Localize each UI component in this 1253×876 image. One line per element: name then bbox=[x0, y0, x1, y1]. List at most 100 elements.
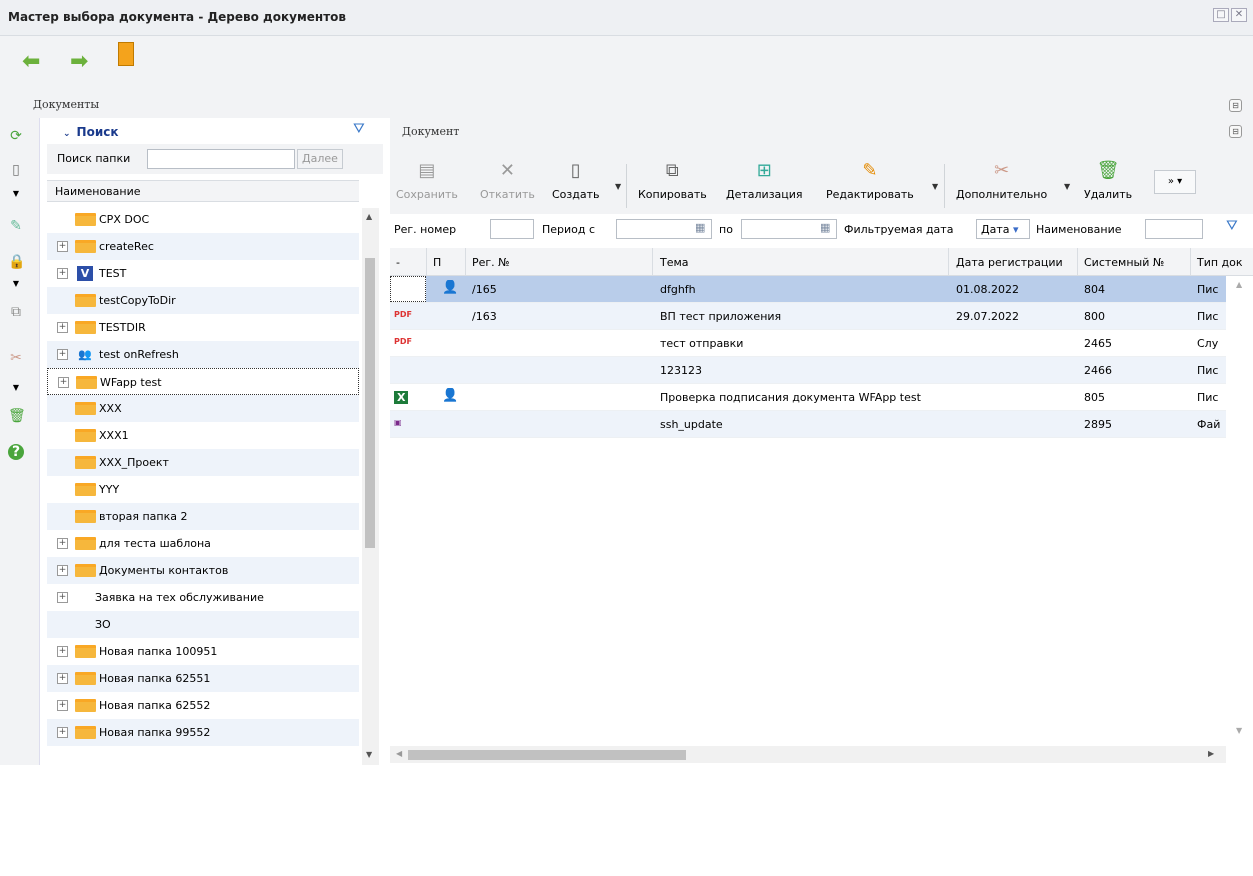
expand-icon[interactable]: + bbox=[57, 538, 68, 549]
tree-item[interactable]: + Новая папка 99552 bbox=[47, 719, 359, 746]
next-button[interactable]: Далее bbox=[297, 149, 343, 169]
delete-button[interactable]: 🗑 Удалить bbox=[1084, 160, 1132, 201]
expand-icon[interactable]: + bbox=[57, 268, 68, 279]
col-header-topic[interactable]: Тема bbox=[660, 256, 689, 269]
tree-item[interactable]: вторая папка 2 bbox=[47, 503, 359, 530]
grid-scrollbar-thumb[interactable] bbox=[408, 750, 686, 760]
tree-item[interactable]: YYY bbox=[47, 476, 359, 503]
table-row[interactable]: 👤 /165 dfghfh 01.08.2022 804 Пис bbox=[390, 276, 1226, 303]
tree-item-label: createRec bbox=[99, 240, 154, 253]
refresh-icon[interactable]: ⟳ bbox=[8, 128, 24, 144]
col-header-status[interactable]: - bbox=[396, 256, 400, 269]
help-icon[interactable]: ? bbox=[8, 444, 24, 460]
edit-button[interactable]: ✎ Редактировать bbox=[826, 160, 914, 201]
exit-door-icon[interactable] bbox=[118, 42, 134, 66]
col-header-reg-date[interactable]: Дата регистрации bbox=[956, 256, 1063, 269]
detail-button[interactable]: ⊞ Детализация bbox=[726, 160, 803, 201]
name-input[interactable] bbox=[1145, 219, 1203, 239]
expand-icon[interactable]: + bbox=[58, 377, 69, 388]
col-header-p[interactable]: П bbox=[433, 256, 441, 269]
expand-icon[interactable]: + bbox=[57, 673, 68, 684]
trash-icon[interactable]: 🗑 bbox=[8, 408, 26, 424]
scroll-right-icon[interactable]: ▶ bbox=[1208, 749, 1214, 758]
col-header-doc-type[interactable]: Тип док bbox=[1197, 256, 1243, 269]
chevron-down-icon[interactable]: ▼ bbox=[8, 186, 24, 202]
expand-icon[interactable]: + bbox=[57, 241, 68, 252]
collapse-icon[interactable]: ⊟ bbox=[1229, 125, 1242, 138]
tree-item[interactable]: + Новая папка 62552 bbox=[47, 692, 359, 719]
chevron-down-icon[interactable]: ▼ bbox=[8, 276, 24, 292]
col-header-sys-no[interactable]: Системный № bbox=[1084, 256, 1164, 269]
create-dropdown-icon[interactable]: ▼ bbox=[615, 182, 621, 191]
expand-icon[interactable]: + bbox=[57, 349, 68, 360]
tree-item[interactable]: CPX DOC bbox=[47, 206, 359, 233]
table-row[interactable]: ▣ ssh_update 2895 Фай bbox=[390, 411, 1226, 438]
tree-item[interactable]: + Заявка на тех обслуживание bbox=[47, 584, 359, 611]
table-row[interactable]: 123123 2466 Пис bbox=[390, 357, 1226, 384]
table-row[interactable]: PDF тест отправки 2465 Слу bbox=[390, 330, 1226, 357]
date-field-select[interactable]: Дата ▾ bbox=[976, 219, 1030, 239]
tree-item[interactable]: XXX_Проект bbox=[47, 449, 359, 476]
more-dropdown-icon[interactable]: ▼ bbox=[1064, 182, 1070, 191]
scroll-left-icon[interactable]: ◀ bbox=[396, 749, 402, 758]
new-document-icon[interactable]: ▯ bbox=[8, 162, 24, 178]
expand-icon[interactable]: + bbox=[57, 565, 68, 576]
save-button[interactable]: ▤ Сохранить bbox=[396, 160, 458, 201]
maximize-icon[interactable]: □ bbox=[1213, 8, 1229, 22]
close-icon[interactable]: ✕ bbox=[1231, 8, 1247, 22]
calendar-icon[interactable]: ▦ bbox=[820, 221, 830, 234]
edit-dropdown-icon[interactable]: ▼ bbox=[932, 182, 938, 191]
collapse-icon[interactable]: ⊟ bbox=[1229, 99, 1242, 112]
expand-icon[interactable]: + bbox=[57, 700, 68, 711]
expand-icon[interactable]: + bbox=[57, 727, 68, 738]
tree-item[interactable]: + V TEST bbox=[47, 260, 359, 287]
edit-icon[interactable]: ✎ bbox=[8, 218, 24, 234]
calendar-icon[interactable]: ▦ bbox=[695, 221, 705, 234]
tree-item[interactable]: XXX1 bbox=[47, 422, 359, 449]
tree-item[interactable]: ЗО bbox=[47, 611, 359, 638]
back-arrow-icon[interactable]: ⬅ bbox=[22, 49, 40, 74]
tree-item[interactable]: + Документы контактов bbox=[47, 557, 359, 584]
create-button[interactable]: ▯ Создать bbox=[552, 160, 600, 201]
tree-item[interactable]: + WFapp test bbox=[47, 368, 359, 395]
copy-button[interactable]: ⧉ Копировать bbox=[638, 160, 707, 201]
scroll-down-icon[interactable]: ▼ bbox=[366, 750, 372, 759]
scroll-down-icon[interactable]: ▼ bbox=[1236, 726, 1242, 735]
grid-vertical-scrollbar[interactable] bbox=[1232, 406, 1249, 876]
tools-icon[interactable]: ✂ bbox=[8, 350, 24, 366]
col-header-reg-no[interactable]: Рег. № bbox=[472, 256, 510, 269]
tree-item[interactable]: + TESTDIR bbox=[47, 314, 359, 341]
table-row[interactable]: X 👤 Проверка подписания документа WFApp te… bbox=[390, 384, 1226, 411]
expand-icon[interactable]: + bbox=[57, 592, 68, 603]
tree-column-header[interactable]: Наименование bbox=[47, 180, 359, 202]
tree-scrollbar-thumb[interactable] bbox=[365, 258, 375, 548]
filter-icon[interactable]: ⛛ bbox=[353, 121, 365, 137]
tree-item[interactable]: XXX bbox=[47, 395, 359, 422]
tree-item[interactable]: testCopyToDir bbox=[47, 287, 359, 314]
scroll-up-icon[interactable]: ▲ bbox=[1236, 280, 1242, 289]
table-row[interactable]: PDF/163 ВП тест приложения 29.07.2022 800 Пи… bbox=[390, 303, 1226, 330]
chevron-down-icon[interactable]: ▼ bbox=[8, 380, 24, 396]
expand-icon[interactable]: + bbox=[57, 322, 68, 333]
tree-item[interactable]: + для теста шаблона bbox=[47, 530, 359, 557]
tree-item-label: Новая папка 99552 bbox=[99, 726, 211, 739]
tree-item[interactable]: + 👥 test onRefresh bbox=[47, 341, 359, 368]
tree-item[interactable]: + Новая папка 62551 bbox=[47, 665, 359, 692]
tree-item[interactable]: + createRec bbox=[47, 233, 359, 260]
overflow-menu-button[interactable]: » ▾ bbox=[1154, 170, 1196, 194]
expand-icon[interactable]: + bbox=[57, 646, 68, 657]
tree-item[interactable]: + Новая папка 100951 bbox=[47, 638, 359, 665]
lock-icon[interactable]: 🔒 bbox=[8, 254, 25, 270]
search-folder-input[interactable] bbox=[147, 149, 295, 169]
copy-icon[interactable]: ⧉ bbox=[8, 304, 24, 320]
forward-arrow-icon[interactable]: ➡ bbox=[70, 49, 88, 74]
scroll-up-icon[interactable]: ▲ bbox=[366, 212, 372, 221]
cell-sys-no: 805 bbox=[1084, 391, 1105, 404]
reg-number-input[interactable] bbox=[490, 219, 534, 239]
folder-icon bbox=[75, 699, 96, 712]
tree-search-header[interactable]: ⌄ Поиск ⛛ bbox=[47, 118, 383, 144]
more-button[interactable]: ✂ Дополнительно bbox=[956, 160, 1047, 201]
folder-special-icon bbox=[75, 213, 96, 226]
rollback-button[interactable]: ✕ Откатить bbox=[480, 160, 535, 201]
filter-icon[interactable]: ⛛ bbox=[1226, 218, 1238, 234]
